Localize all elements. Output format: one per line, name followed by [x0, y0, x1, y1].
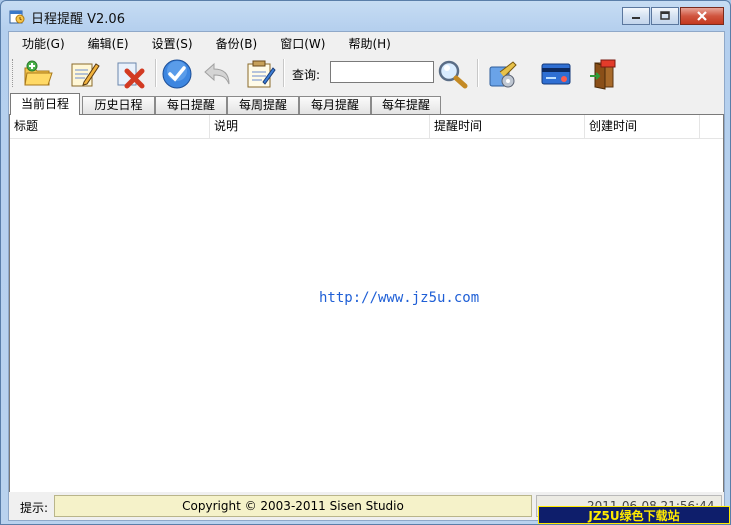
column-header-description[interactable]: 说明 — [210, 115, 430, 138]
toolbar-grip[interactable] — [12, 59, 16, 87]
tab-yearly-reminder[interactable]: 每年提醒 — [371, 96, 441, 114]
edit-note-icon — [71, 63, 100, 87]
column-header-created-time[interactable]: 创建时间 — [585, 115, 700, 138]
maximize-icon — [660, 11, 670, 20]
list-header: 标题 说明 提醒时间 创建时间 — [10, 115, 723, 139]
undo-button[interactable] — [201, 57, 235, 91]
menu-bar: 功能(G) 编辑(E) 设置(S) 备份(B) 窗口(W) 帮助(H) — [9, 32, 724, 54]
watermark-url: http://www.jz5u.com — [319, 290, 480, 306]
schedule-tabs: 当前日程 历史日程 每日提醒 每周提醒 每月提醒 每年提醒 — [9, 93, 724, 115]
query-input[interactable] — [330, 61, 434, 83]
confirm-button[interactable] — [160, 57, 194, 91]
app-window: 日程提醒 V2.06 功能(G) 编辑(E) 设置(S) 备份(B) 窗口(W)… — [0, 0, 731, 525]
notepad-button[interactable] — [243, 57, 277, 91]
window-title: 日程提醒 V2.06 — [31, 12, 125, 27]
column-header-title[interactable]: 标题 — [10, 115, 210, 138]
menu-edit[interactable]: 编辑(E) — [75, 32, 139, 54]
magnifier-icon — [438, 60, 468, 89]
card-icon — [541, 63, 571, 85]
tab-daily-reminder[interactable]: 每日提醒 — [155, 96, 227, 114]
status-message: Copyright © 2003-2011 Sisen Studio — [54, 495, 532, 517]
check-icon — [162, 59, 192, 89]
maximize-button[interactable] — [651, 7, 679, 25]
exit-button[interactable] — [586, 57, 620, 91]
edit-button[interactable] — [67, 57, 101, 91]
close-button[interactable] — [680, 7, 724, 25]
schedule-list[interactable]: 标题 说明 提醒时间 创建时间 http://www.jz5u.com — [9, 114, 724, 494]
menu-help[interactable]: 帮助(H) — [335, 32, 400, 54]
query-label: 查询: — [292, 68, 321, 82]
toolbar-separator — [477, 59, 479, 87]
open-folder-icon — [24, 60, 53, 86]
tab-monthly-reminder[interactable]: 每月提醒 — [299, 96, 371, 114]
title-bar[interactable]: 日程提醒 V2.06 — [1, 1, 730, 31]
client-area: 功能(G) 编辑(E) 设置(S) 备份(B) 窗口(W) 帮助(H) 查询: … — [8, 31, 725, 521]
menu-window[interactable]: 窗口(W) — [267, 32, 335, 54]
tab-weekly-reminder[interactable]: 每周提醒 — [227, 96, 299, 114]
menu-settings[interactable]: 设置(S) — [139, 32, 203, 54]
delete-button[interactable] — [113, 57, 147, 91]
delete-icon — [117, 62, 145, 89]
minimize-button[interactable] — [622, 7, 650, 25]
status-label: 提示: — [20, 501, 49, 515]
calendar-app-icon — [9, 10, 25, 24]
card-button[interactable] — [539, 57, 573, 91]
open-button[interactable] — [21, 57, 55, 91]
exit-icon — [590, 59, 616, 90]
site-badge: JZ5U绿色下载站(www.jz5u.com) — [538, 506, 730, 524]
tab-history-schedule[interactable]: 历史日程 — [82, 96, 155, 114]
toolbar: 查询: — [9, 54, 724, 92]
menu-function[interactable]: 功能(G) — [9, 32, 75, 54]
column-header-remind-time[interactable]: 提醒时间 — [430, 115, 585, 138]
toolbar-separator — [155, 59, 157, 87]
tab-current-schedule[interactable]: 当前日程 — [10, 93, 80, 115]
search-button[interactable] — [435, 57, 469, 91]
undo-icon — [204, 62, 230, 85]
settings-button[interactable] — [485, 57, 519, 91]
notepad-icon — [247, 60, 276, 88]
minimize-icon — [632, 17, 640, 19]
settings-icon — [489, 61, 517, 88]
toolbar-separator — [283, 59, 285, 87]
close-icon — [697, 11, 707, 21]
menu-backup[interactable]: 备份(B) — [203, 32, 268, 54]
